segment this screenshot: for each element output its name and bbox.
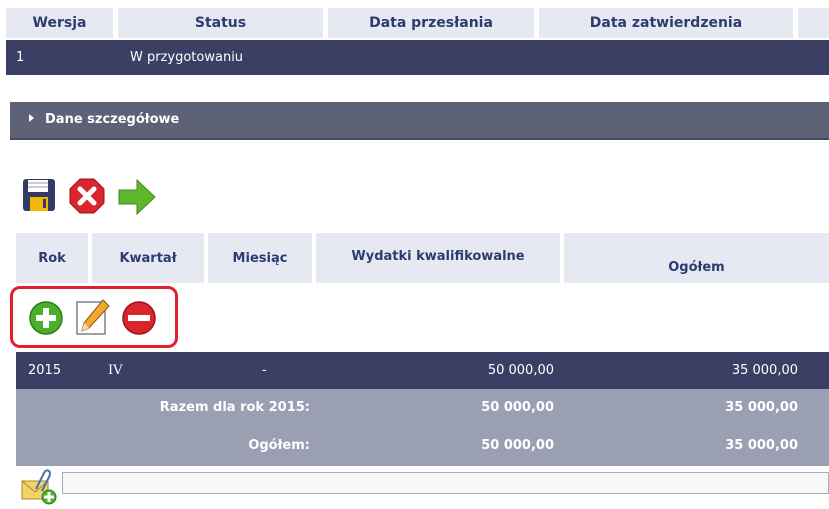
total-ogolem: 35 000,00 (725, 438, 798, 453)
save-icon[interactable] (22, 178, 56, 216)
header-ogolem: Ogółem (564, 233, 829, 283)
forward-arrow-icon[interactable] (117, 178, 157, 220)
subtotal-wydatki: 50 000,00 (481, 400, 554, 415)
header-rok: Rok (16, 233, 88, 283)
cell-miesiac: - (262, 363, 267, 378)
version-number: 1 (16, 50, 25, 65)
header-wersja: Wersja (6, 8, 113, 38)
subtotal-ogolem: 35 000,00 (725, 400, 798, 415)
header-wydatki: Wydatki kwalifikowalne (316, 233, 560, 283)
version-status: W przygotowaniu (130, 50, 244, 65)
attachment-input[interactable] (62, 472, 829, 494)
header-kwartal: Kwartał (92, 233, 204, 283)
header-data-zatwierdzenia: Data zatwierdzenia (539, 8, 793, 38)
details-panel-toggle[interactable]: Dane szczegółowe (10, 102, 829, 140)
header-status: Status (118, 8, 323, 38)
cell-rok: 2015 (28, 363, 62, 378)
attachment-add-icon[interactable] (20, 469, 60, 509)
total-label: Ogółem: (248, 438, 310, 453)
header-data-przeslania: Data przesłania (328, 8, 534, 38)
subtotal-row: Razem dla rok 2015: 50 000,00 35 000,00 (16, 389, 829, 427)
total-wydatki: 50 000,00 (481, 438, 554, 453)
total-row: Ogółem: 50 000,00 35 000,00 (16, 427, 829, 466)
version-row[interactable]: 1 W przygotowaniu (6, 40, 829, 75)
cancel-icon[interactable] (69, 178, 105, 218)
details-panel-label: Dane szczegółowe (45, 112, 180, 127)
edit-icon[interactable] (75, 298, 111, 340)
cell-wydatki: 50 000,00 (487, 363, 554, 378)
header-extra (798, 8, 829, 38)
header-miesiac: Miesiąc (208, 233, 312, 283)
table-row[interactable]: 2015 IV - 50 000,00 35 000,00 (16, 352, 829, 389)
subtotal-label: Razem dla rok 2015: (159, 400, 310, 415)
remove-icon[interactable] (121, 300, 157, 340)
cell-ogolem: 35 000,00 (731, 363, 798, 378)
add-icon[interactable] (28, 300, 64, 340)
cell-kwartal: IV (108, 363, 123, 378)
expand-arrow-icon (29, 114, 34, 122)
